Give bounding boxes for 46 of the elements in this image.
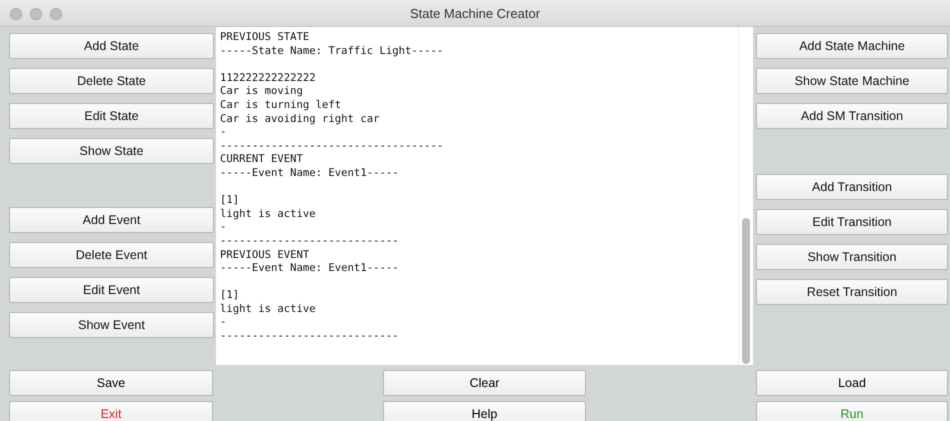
action-button[interactable]: Delete State [9, 68, 214, 94]
maximize-icon[interactable] [50, 8, 62, 20]
action-button[interactable]: Edit Event [9, 277, 214, 303]
output-line: [1] [220, 289, 240, 303]
output-line: -----Event Name: Event1----- [220, 166, 399, 181]
output-line: ---------------------------- [220, 330, 399, 344]
output-line: - [220, 316, 226, 330]
output-line: ----------------------------------- [220, 140, 444, 154]
action-button[interactable]: Show State Machine [756, 68, 948, 94]
action-button[interactable]: Load [756, 370, 948, 396]
output-line: light is active [220, 302, 316, 316]
output-line: - [220, 126, 226, 140]
action-button[interactable]: Edit State [9, 103, 214, 129]
output-line: [1] [220, 194, 240, 208]
close-icon[interactable] [10, 8, 22, 20]
action-button[interactable]: Reset Transition [756, 279, 948, 305]
action-button[interactable]: Add Event [9, 207, 214, 233]
action-button[interactable]: Show Event [9, 312, 214, 338]
action-button[interactable]: Show State [9, 138, 214, 164]
output-line: Car is turning left [220, 98, 342, 113]
action-button[interactable]: Clear [383, 370, 586, 396]
action-button[interactable]: Add State [9, 33, 214, 59]
output-line: -----Event Name: Event1----- [220, 262, 399, 276]
action-button[interactable]: Edit Transition [756, 209, 948, 235]
output-line: Car is avoiding right car [220, 112, 380, 126]
action-button[interactable]: Exit [9, 401, 213, 421]
output-line: PREVIOUS STATE [220, 31, 310, 45]
output-line: PREVIOUS EVENT [220, 248, 310, 262]
action-button[interactable]: Delete Event [9, 242, 214, 268]
output-text-area[interactable] [216, 27, 753, 365]
action-button[interactable]: Add Transition [756, 174, 948, 200]
action-button[interactable]: Add State Machine [756, 33, 948, 59]
output-line: - [220, 221, 226, 235]
action-button[interactable]: Add SM Transition [756, 103, 948, 129]
window-title: State Machine Creator [410, 6, 540, 20]
minimize-icon[interactable] [30, 8, 42, 20]
action-button[interactable]: Help [383, 401, 586, 421]
action-button[interactable]: Show Transition [756, 244, 948, 270]
action-button[interactable]: Save [9, 370, 213, 396]
output-line: light is active [220, 208, 316, 222]
output-line: ---------------------------- [220, 234, 399, 248]
output-line: Car is moving [220, 85, 303, 99]
output-line: 112222222222222 [220, 72, 316, 86]
scrollbar-thumb[interactable] [742, 218, 750, 364]
output-line: -----State Name: Traffic Light----- [220, 44, 444, 58]
output-line: CURRENT EVENT [220, 153, 303, 167]
